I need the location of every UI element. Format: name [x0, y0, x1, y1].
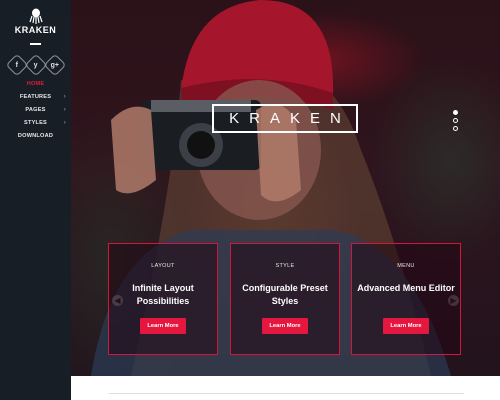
- facebook-glyph: f: [15, 61, 18, 69]
- nav-item-home[interactable]: HOME: [0, 78, 71, 91]
- main-nav: HOME FEATURES › PAGES › STYLES › DOWNLOAD: [0, 78, 71, 143]
- feature-card-style: STYLE Configurable Preset Styles Learn M…: [230, 243, 340, 355]
- learn-more-button[interactable]: Learn More: [262, 318, 308, 334]
- twitter-icon[interactable]: y: [24, 53, 47, 77]
- nav-item-label: PAGES: [25, 107, 46, 113]
- nav-item-label: HOME: [26, 81, 45, 87]
- nav-item-label: FEATURES: [19, 94, 52, 100]
- card-title: Infinite Layout Possibilities: [132, 283, 194, 306]
- nav-item-label: DOWNLOAD: [17, 133, 54, 139]
- nav-item-label: STYLES: [24, 120, 47, 126]
- card-title: Advanced Menu Editor: [357, 283, 455, 293]
- nav-item-features[interactable]: FEATURES ›: [0, 91, 71, 104]
- card-label: MENU: [397, 263, 415, 269]
- slider-dot-1[interactable]: [453, 110, 458, 115]
- nav-item-download[interactable]: DOWNLOAD: [0, 130, 71, 143]
- card-label: STYLE: [275, 263, 295, 269]
- google-plus-icon[interactable]: g+: [43, 53, 66, 77]
- learn-more-button[interactable]: Learn More: [383, 318, 429, 334]
- sidebar: KRAKEN f y g+ HOME FEATURES › PAGES › STYL…: [0, 0, 71, 400]
- logo-text[interactable]: KRAKEN: [0, 25, 71, 35]
- content-section: [71, 376, 500, 400]
- google-plus-glyph: g+: [50, 61, 59, 69]
- learn-more-button[interactable]: Learn More: [140, 318, 186, 334]
- hero-slider: KRAKEN ◀ ▶ LAYOUT Infinite Layout Possib…: [71, 0, 500, 376]
- card-title: Configurable Preset Styles: [242, 283, 328, 306]
- nav-item-styles[interactable]: STYLES ›: [0, 117, 71, 130]
- feature-card-menu: MENU Advanced Menu Editor Learn More: [351, 243, 461, 355]
- slider-dot-2[interactable]: [453, 118, 458, 123]
- facebook-icon[interactable]: f: [5, 53, 28, 77]
- chevron-right-icon: ›: [63, 120, 66, 126]
- feature-card-layout: LAYOUT Infinite Layout Possibilities Lea…: [108, 243, 218, 355]
- section-divider: [109, 393, 464, 394]
- chevron-right-icon: ›: [63, 94, 66, 100]
- social-links: f y g+: [0, 53, 71, 77]
- card-label: LAYOUT: [151, 263, 175, 269]
- twitter-glyph: y: [33, 61, 38, 69]
- logo-divider: [30, 43, 41, 45]
- nav-item-pages[interactable]: PAGES ›: [0, 104, 71, 117]
- hero-title: KRAKEN: [212, 104, 358, 133]
- chevron-right-icon: ›: [63, 107, 66, 113]
- slider-dot-3[interactable]: [453, 126, 458, 131]
- slider-dots: [453, 110, 458, 134]
- kraken-logo-icon: [29, 8, 43, 24]
